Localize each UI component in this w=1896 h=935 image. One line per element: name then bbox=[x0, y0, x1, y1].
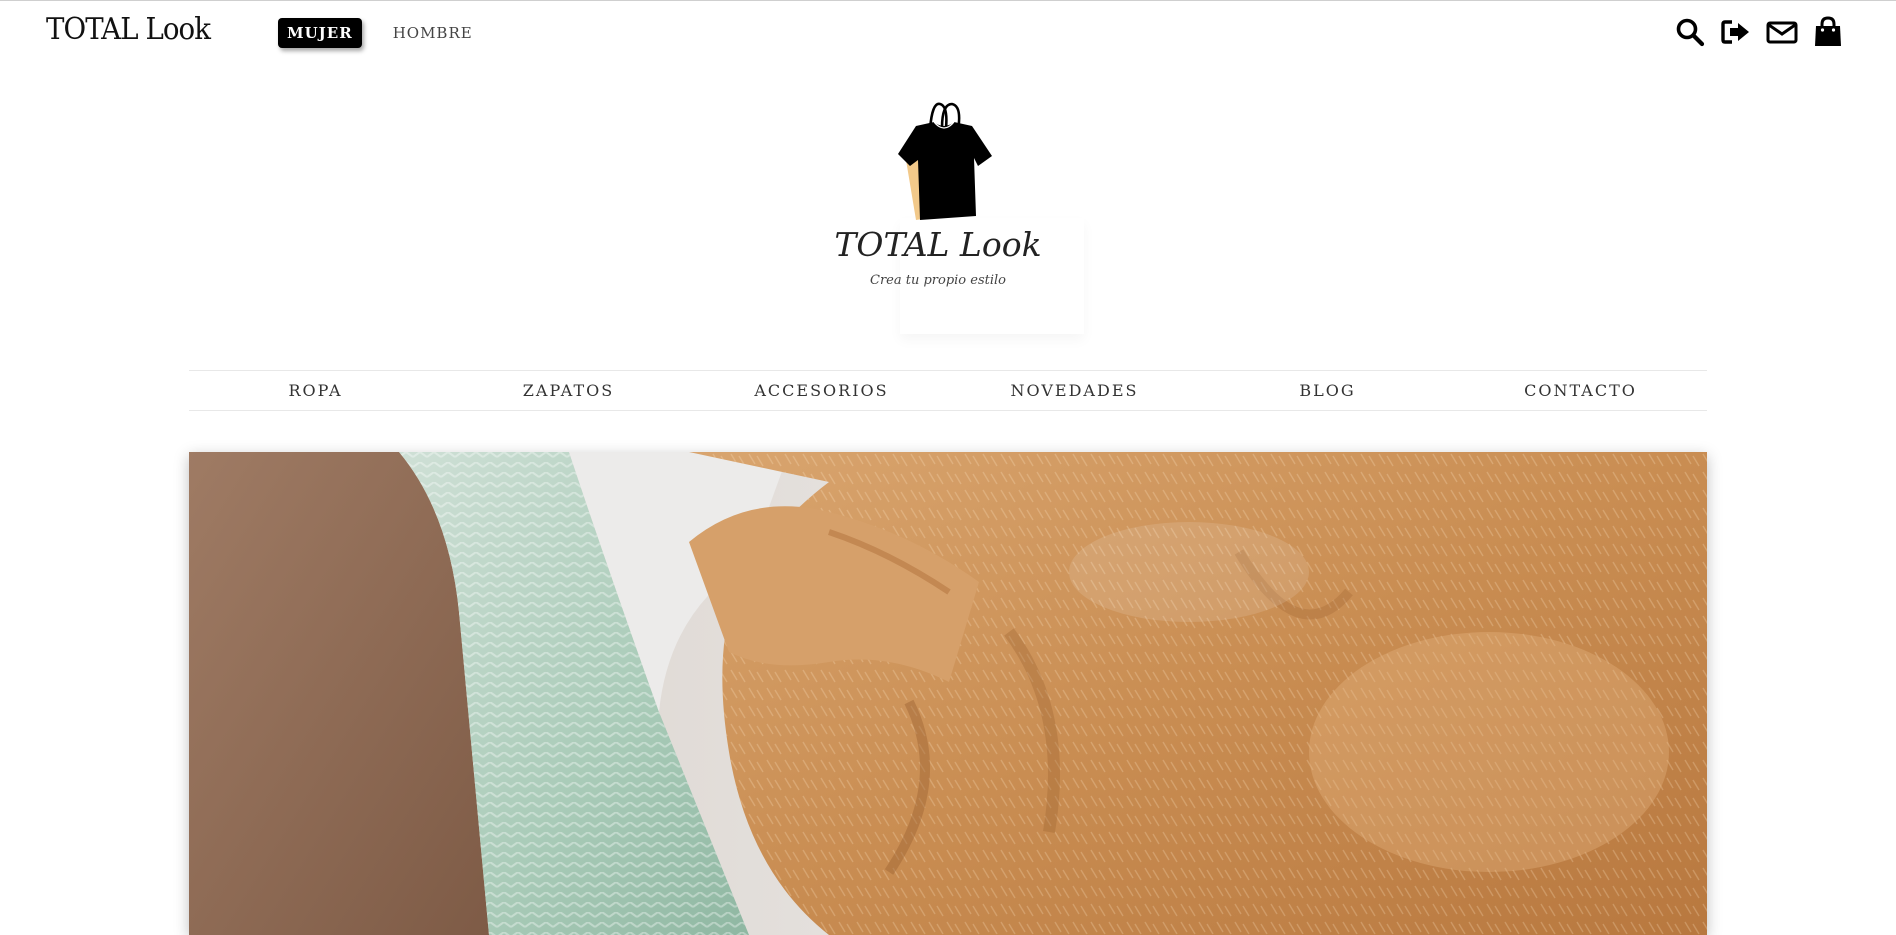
logo-title: TOTAL Look bbox=[834, 225, 1042, 264]
envelope-icon[interactable] bbox=[1766, 16, 1798, 48]
brand-logo-text[interactable]: TOTAL Look bbox=[46, 12, 211, 47]
search-icon[interactable] bbox=[1674, 16, 1706, 48]
shirt-bag-logo-icon bbox=[896, 100, 996, 226]
logo-tagline: Crea tu propio estilo bbox=[870, 273, 1006, 288]
top-border bbox=[0, 0, 1896, 1]
gender-tabs: MUJER HOMBRE bbox=[278, 18, 482, 48]
nav-item-blog[interactable]: BLOG bbox=[1201, 371, 1454, 410]
shopping-bag-icon[interactable] bbox=[1812, 16, 1844, 48]
knit-sweaters-illustration bbox=[189, 452, 1707, 935]
nav-item-contacto[interactable]: CONTACTO bbox=[1454, 371, 1707, 410]
tab-hombre[interactable]: HOMBRE bbox=[384, 18, 482, 48]
nav-item-novedades[interactable]: NOVEDADES bbox=[948, 371, 1201, 410]
category-nav: ROPA ZAPATOS ACCESORIOS NOVEDADES BLOG C… bbox=[189, 370, 1707, 411]
nav-item-accesorios[interactable]: ACCESORIOS bbox=[695, 371, 948, 410]
nav-item-ropa[interactable]: ROPA bbox=[189, 371, 442, 410]
nav-item-zapatos[interactable]: ZAPATOS bbox=[442, 371, 695, 410]
sign-out-icon[interactable] bbox=[1720, 16, 1752, 48]
hero-image bbox=[189, 452, 1707, 935]
tab-mujer[interactable]: MUJER bbox=[278, 18, 362, 48]
header-icons bbox=[1674, 16, 1844, 48]
